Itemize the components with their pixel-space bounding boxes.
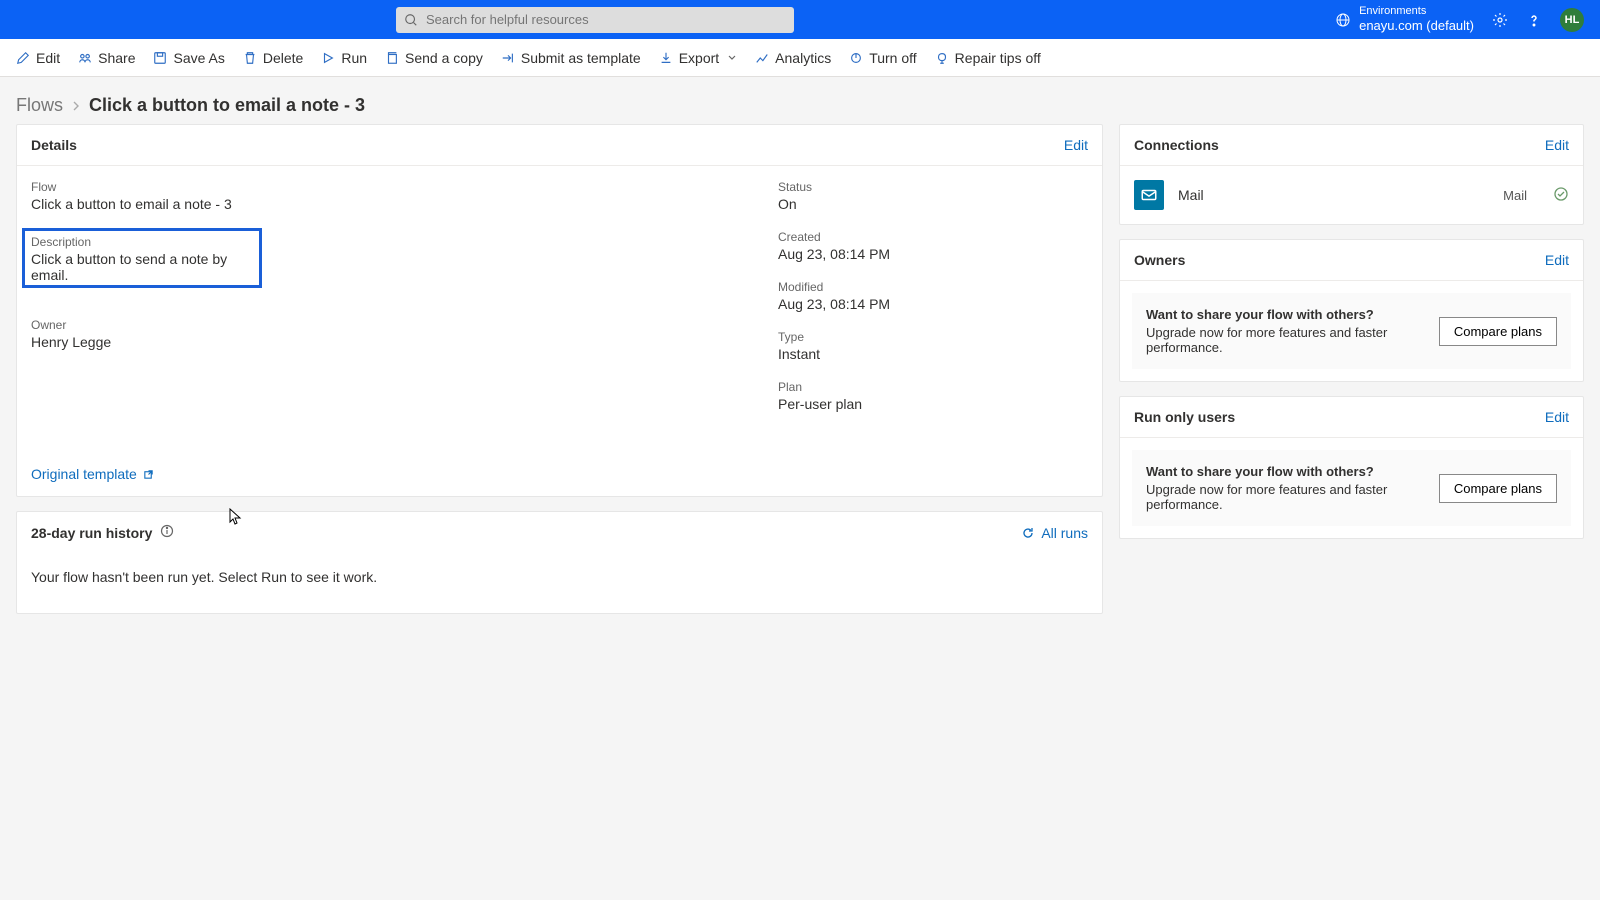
breadcrumb-current: Click a button to email a note - 3	[89, 95, 365, 116]
connections-edit-link[interactable]: Edit	[1545, 137, 1569, 153]
compare-plans-button[interactable]: Compare plans	[1439, 317, 1557, 346]
edit-label: Edit	[36, 50, 60, 66]
delete-button[interactable]: Delete	[243, 50, 303, 66]
save-as-label: Save As	[173, 50, 224, 66]
turn-off-label: Turn off	[869, 50, 916, 66]
run-only-edit-link[interactable]: Edit	[1545, 409, 1569, 425]
connection-type: Mail	[1503, 188, 1527, 203]
history-empty-text: Your flow hasn't been run yet. Select Ru…	[17, 553, 1102, 613]
share-button[interactable]: Share	[78, 50, 135, 66]
created-value: Aug 23, 08:14 PM	[778, 246, 1088, 262]
run-only-title: Run only users	[1134, 409, 1235, 425]
created-label: Created	[778, 228, 1088, 246]
owners-title: Owners	[1134, 252, 1185, 268]
original-template-link[interactable]: Original template	[31, 466, 154, 482]
plan-label: Plan	[778, 378, 1088, 396]
avatar[interactable]: HL	[1560, 8, 1584, 32]
run-only-promo-title: Want to share your flow with others?	[1146, 464, 1423, 479]
description-value: Click a button to send a note by email.	[31, 251, 253, 283]
owner-value: Henry Legge	[31, 334, 778, 350]
submit-template-label: Submit as template	[521, 50, 641, 66]
toolbar: Edit Share Save As Delete Run Send a cop…	[0, 39, 1600, 77]
run-history-card: 28-day run history All runs Your flow ha…	[16, 511, 1103, 614]
delete-label: Delete	[263, 50, 303, 66]
edit-button[interactable]: Edit	[16, 50, 60, 66]
all-runs-link[interactable]: All runs	[1021, 525, 1088, 541]
analytics-button[interactable]: Analytics	[755, 50, 831, 66]
environment-label: Environments	[1359, 5, 1474, 18]
breadcrumb: Flows Click a button to email a note - 3	[0, 77, 1600, 124]
repair-tips-label: Repair tips off	[955, 50, 1041, 66]
connection-row[interactable]: Mail Mail	[1120, 166, 1583, 224]
owners-edit-link[interactable]: Edit	[1545, 252, 1569, 268]
run-only-promo: Want to share your flow with others? Upg…	[1132, 450, 1571, 526]
modified-value: Aug 23, 08:14 PM	[778, 296, 1088, 312]
type-value: Instant	[778, 346, 1088, 362]
history-title: 28-day run history	[31, 525, 152, 541]
globe-icon	[1335, 12, 1351, 28]
mail-icon	[1134, 180, 1164, 210]
details-card: Details Edit Flow Click a button to emai…	[16, 124, 1103, 497]
run-only-users-card: Run only users Edit Want to share your f…	[1119, 396, 1584, 539]
owner-label: Owner	[31, 316, 778, 334]
send-copy-label: Send a copy	[405, 50, 483, 66]
connection-name: Mail	[1178, 187, 1489, 203]
details-title: Details	[31, 137, 77, 153]
search-bar[interactable]	[396, 7, 794, 33]
info-icon[interactable]	[160, 524, 174, 541]
breadcrumb-root[interactable]: Flows	[16, 95, 63, 116]
search-icon	[404, 13, 418, 27]
flow-label: Flow	[31, 178, 778, 196]
modified-label: Modified	[778, 278, 1088, 296]
run-label: Run	[341, 50, 367, 66]
run-only-promo-text: Upgrade now for more features and faster…	[1146, 482, 1423, 512]
share-label: Share	[98, 50, 135, 66]
compare-plans-button[interactable]: Compare plans	[1439, 474, 1557, 503]
external-link-icon	[143, 469, 154, 480]
flow-value: Click a button to email a note - 3	[31, 196, 778, 212]
connections-card: Connections Edit Mail Mail	[1119, 124, 1584, 225]
status-value: On	[778, 196, 1088, 212]
owners-promo-title: Want to share your flow with others?	[1146, 307, 1423, 322]
refresh-icon	[1021, 526, 1035, 540]
turn-off-button[interactable]: Turn off	[849, 50, 916, 66]
plan-value: Per-user plan	[778, 396, 1088, 412]
search-input[interactable]	[426, 12, 786, 27]
environment-picker[interactable]: Environments enayu.com (default)	[1335, 5, 1474, 34]
export-label: Export	[679, 50, 719, 66]
connections-title: Connections	[1134, 137, 1219, 153]
description-field-highlighted: Description Click a button to send a not…	[22, 228, 262, 288]
environment-value: enayu.com (default)	[1359, 18, 1474, 34]
owners-promo-text: Upgrade now for more features and faster…	[1146, 325, 1423, 355]
chevron-right-icon	[71, 98, 81, 114]
settings-icon[interactable]	[1492, 12, 1508, 28]
description-label: Description	[31, 233, 253, 251]
check-circle-icon	[1553, 186, 1569, 205]
owners-card: Owners Edit Want to share your flow with…	[1119, 239, 1584, 382]
help-icon[interactable]	[1526, 12, 1542, 28]
run-button[interactable]: Run	[321, 50, 367, 66]
analytics-label: Analytics	[775, 50, 831, 66]
details-edit-link[interactable]: Edit	[1064, 137, 1088, 153]
top-header: Environments enayu.com (default) HL	[0, 0, 1600, 39]
type-label: Type	[778, 328, 1088, 346]
repair-tips-off-button[interactable]: Repair tips off	[935, 50, 1041, 66]
owners-promo: Want to share your flow with others? Upg…	[1132, 293, 1571, 369]
export-button[interactable]: Export	[659, 50, 737, 66]
save-as-button[interactable]: Save As	[153, 50, 224, 66]
submit-template-button[interactable]: Submit as template	[501, 50, 641, 66]
chevron-down-icon	[727, 53, 737, 63]
status-label: Status	[778, 178, 1088, 196]
send-copy-button[interactable]: Send a copy	[385, 50, 483, 66]
